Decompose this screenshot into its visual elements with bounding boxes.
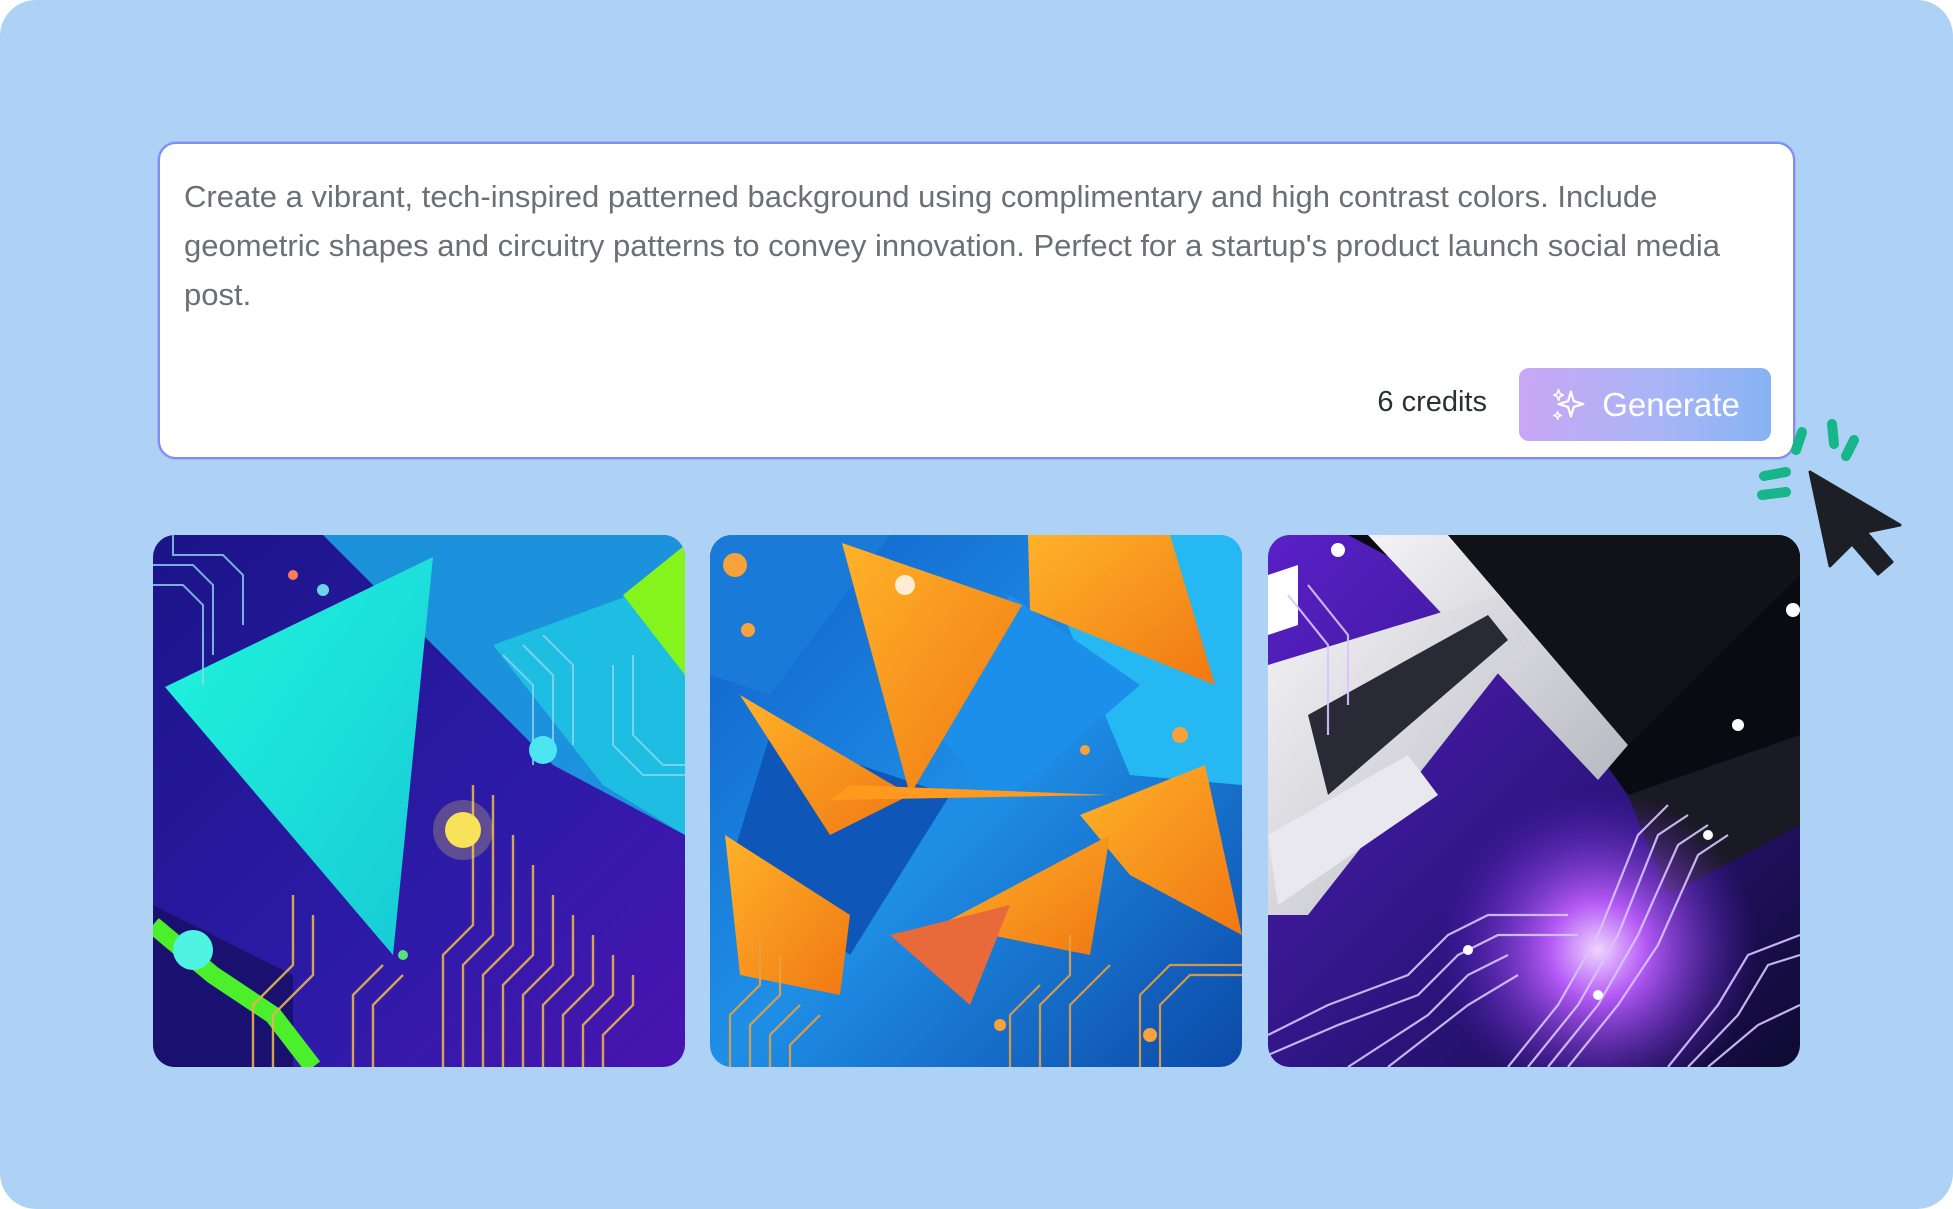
credits-label: 6 credits (1377, 386, 1487, 418)
circuit-pattern-image (153, 535, 685, 1067)
generated-image-1[interactable] (153, 535, 685, 1067)
generate-label: Generate (1602, 385, 1740, 423)
generated-image-2[interactable] (710, 535, 1242, 1067)
generated-image-3[interactable] (1268, 535, 1800, 1067)
prompt-input[interactable]: Create a vibrant, tech-inspired patterne… (184, 172, 1774, 319)
app-canvas: Create a vibrant, tech-inspired patterne… (0, 0, 1953, 1209)
geometric-triangles-image (710, 535, 1242, 1067)
mouse-cursor-icon (1808, 470, 1902, 576)
purple-circuit-image (1268, 535, 1800, 1067)
generate-button[interactable]: Generate (1519, 368, 1771, 441)
prompt-box[interactable]: Create a vibrant, tech-inspired patterne… (158, 142, 1795, 459)
sparkles-icon (1553, 388, 1585, 420)
